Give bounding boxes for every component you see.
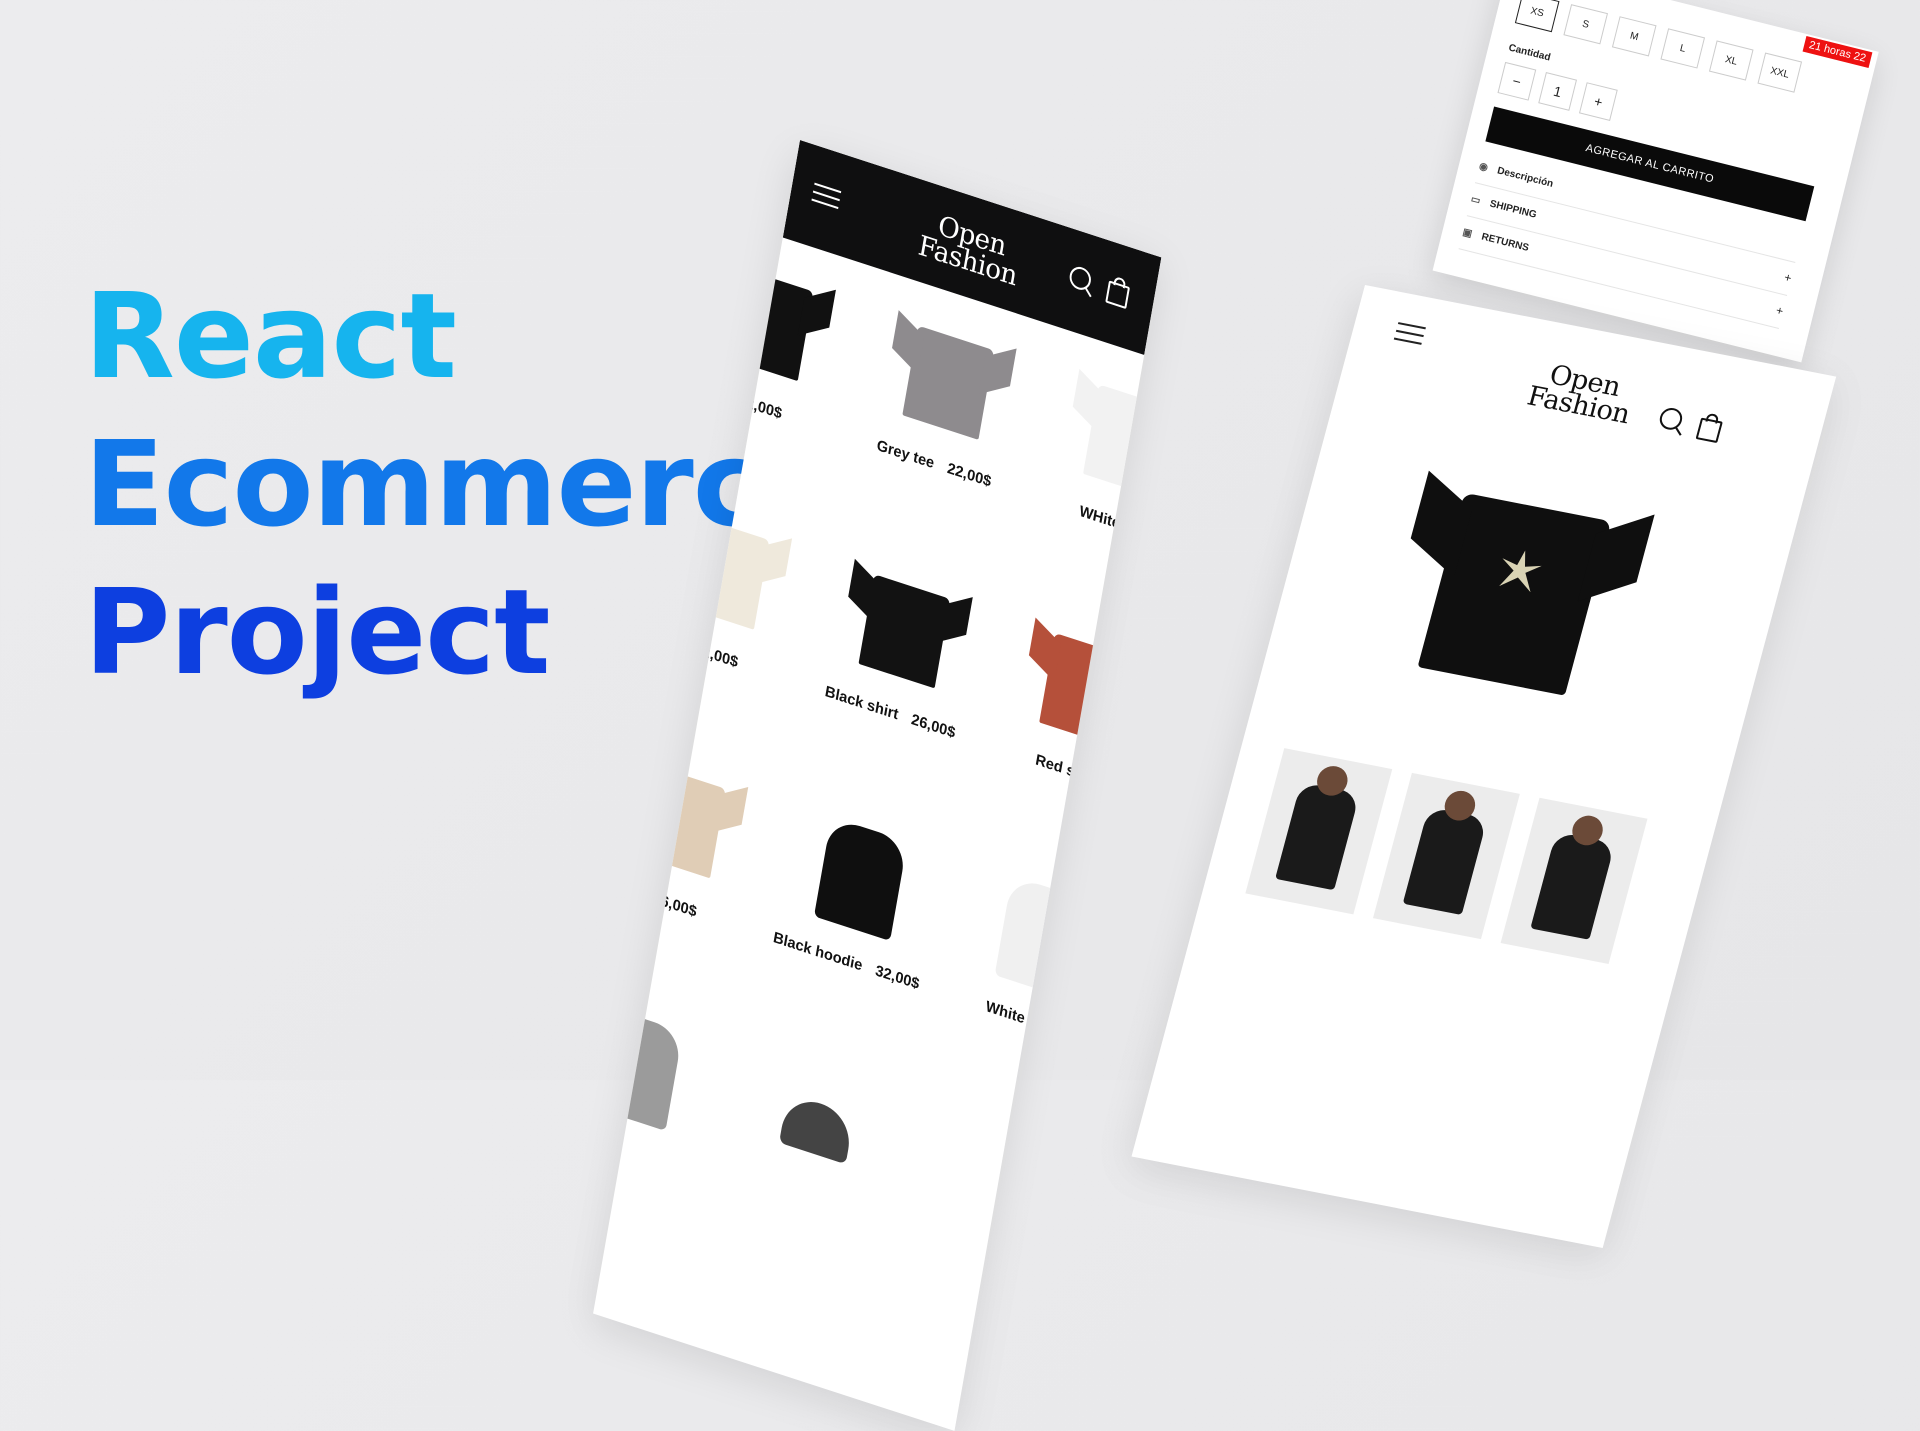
product-card[interactable]: Grey tee 22,00$ xyxy=(847,300,1044,500)
product-image xyxy=(891,313,1005,453)
product-card[interactable]: WHite te xyxy=(1028,359,1162,559)
product-card[interactable] xyxy=(718,1046,912,1229)
plus-icon: + xyxy=(1774,303,1785,319)
product-caption: Black shirt 26,00$ xyxy=(803,676,977,749)
eye-icon: ◉ xyxy=(1477,160,1490,174)
product-card[interactable]: t 26,00$ xyxy=(593,739,775,939)
product-image xyxy=(760,1058,874,1198)
hero-line-2: Ecommerce xyxy=(84,415,842,553)
shirt-image xyxy=(633,764,726,879)
product-image xyxy=(847,561,961,701)
product-caption: White hoo xyxy=(940,983,1114,1056)
truck-icon: ▭ xyxy=(1469,193,1482,207)
product-card[interactable] xyxy=(593,987,731,1170)
product-name: Grey tee xyxy=(875,436,936,473)
timer-badge: 21 horas 22 xyxy=(1802,35,1873,68)
product-card[interactable]: Black hoodie 32,00$ xyxy=(759,797,956,997)
shopping-bag-icon[interactable] xyxy=(1695,417,1723,444)
product-price xyxy=(1148,525,1151,542)
plus-icon: + xyxy=(1782,270,1793,286)
product-caption: Red shir xyxy=(984,735,1158,808)
hamburger-menu-icon[interactable] xyxy=(1393,322,1426,347)
product-card[interactable]: White hoo xyxy=(940,856,1137,1056)
product-name: WHite te xyxy=(1077,502,1139,539)
product-price xyxy=(1067,1025,1070,1042)
product-name: White hoo xyxy=(984,997,1057,1038)
product-price: 26,00$ xyxy=(909,710,957,742)
hoodie-image xyxy=(994,875,1089,1000)
product-card[interactable]: Black shirt 26,00$ xyxy=(803,549,1000,749)
model-figure xyxy=(1530,831,1616,940)
thumbnail-image[interactable] xyxy=(1245,748,1393,915)
cap-image xyxy=(779,1092,855,1165)
product-image xyxy=(593,1000,693,1140)
size-option-s[interactable]: S xyxy=(1563,4,1609,45)
product-card[interactable]: Red shir xyxy=(984,608,1162,808)
product-name: Red shir xyxy=(1034,751,1095,787)
product-caption: Grey tee 22,00$ xyxy=(847,427,1021,500)
main-product-image xyxy=(1417,492,1612,696)
size-option-xl[interactable]: XL xyxy=(1708,40,1754,81)
brand-logo[interactable]: Open Fashion xyxy=(1516,358,1647,430)
accordion-label: SHIPPING xyxy=(1488,198,1538,221)
product-name: Black hoodie xyxy=(771,928,864,975)
size-option-m[interactable]: M xyxy=(1611,16,1657,57)
product-name: Black shirt xyxy=(823,682,900,724)
search-icon[interactable] xyxy=(1067,264,1093,293)
shirt-graphic xyxy=(1495,547,1545,593)
quantity-input[interactable]: 1 xyxy=(1538,72,1578,111)
product-image xyxy=(803,810,917,950)
accordion-label: RETURNS xyxy=(1480,231,1530,254)
product-price xyxy=(1105,774,1108,791)
product-image xyxy=(984,869,1098,1009)
product-price: 32,00$ xyxy=(874,962,921,994)
size-option-xs[interactable]: XS xyxy=(1514,0,1560,33)
model-figure xyxy=(1402,806,1488,916)
model-figure xyxy=(1275,781,1360,891)
size-option-l[interactable]: L xyxy=(1660,28,1706,69)
decrement-button[interactable]: − xyxy=(1497,61,1537,101)
quantity-label: Cantidad xyxy=(1507,42,1552,64)
hoodie-image xyxy=(813,816,908,942)
product-name: t xyxy=(633,883,641,903)
shirt-image xyxy=(858,574,951,689)
shopping-bag-icon[interactable] xyxy=(1105,280,1131,310)
tshirt-image xyxy=(1083,384,1162,499)
hamburger-menu-icon[interactable] xyxy=(811,182,842,212)
product-image xyxy=(1028,620,1142,760)
brand-logo[interactable]: Open Fashion xyxy=(908,205,1031,293)
product-caption: Black hoodie 32,00$ xyxy=(759,925,933,998)
thumbnail-image[interactable] xyxy=(1372,772,1520,940)
product-detail-phone-screen: Open Fashion xyxy=(1131,285,1837,1249)
product-image xyxy=(623,751,737,891)
sweater-image xyxy=(593,1006,684,1131)
size-option-xxl[interactable]: XXL xyxy=(1757,52,1803,93)
thumbnail-gallery xyxy=(1245,748,1648,964)
product-caption: WHite te xyxy=(1028,486,1162,559)
search-icon[interactable] xyxy=(1657,406,1685,432)
thumbnail-image[interactable] xyxy=(1500,797,1648,964)
accordion-label: Descripción xyxy=(1496,164,1555,190)
hero-line-1: React xyxy=(84,267,457,405)
increment-button[interactable]: + xyxy=(1578,82,1618,121)
product-price: 22,00$ xyxy=(945,459,993,491)
tshirt-image xyxy=(902,325,995,440)
shirt-image xyxy=(1039,632,1132,748)
box-icon: ▣ xyxy=(1461,226,1474,240)
product-image xyxy=(1072,371,1162,511)
product-options-card: 21 horas 22 XS S M L XL XXL Cantidad − 1… xyxy=(1432,0,1879,363)
product-price: 26,00$ xyxy=(651,889,698,921)
